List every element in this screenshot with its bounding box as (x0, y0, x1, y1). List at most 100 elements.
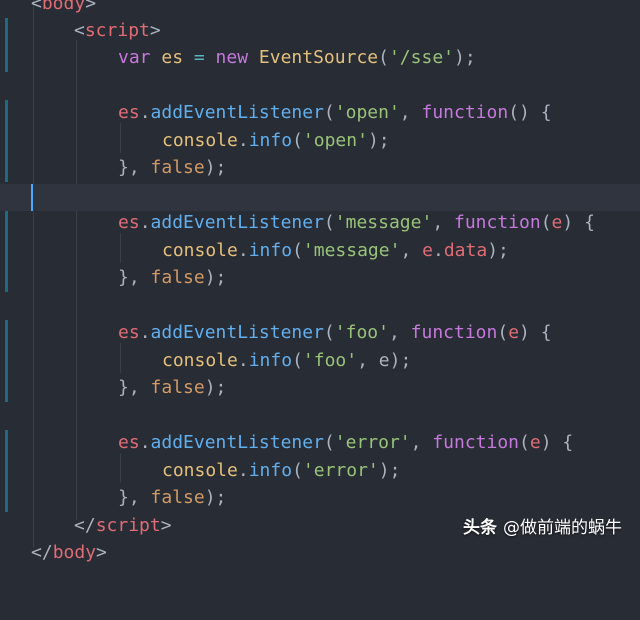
token: EventSource (258, 47, 379, 68)
token: </ (31, 542, 53, 563)
token: . (139, 102, 151, 123)
watermark-handle: @做前端的蜗牛 (503, 518, 622, 538)
token: es (118, 102, 140, 123)
token: console (162, 350, 238, 371)
code-line[interactable]: es.addEventListener('foo', function(e) { (0, 319, 640, 346)
token: addEventListener (150, 212, 324, 233)
code-editor[interactable]: <body> <script> var es = new EventSource… (0, 0, 640, 563)
token: function (421, 102, 509, 123)
token: var (118, 47, 151, 68)
token: false (150, 377, 205, 398)
token: 'error' (334, 432, 411, 453)
token: function (410, 322, 498, 343)
code-line[interactable]: <script> (0, 17, 640, 44)
token: ( (323, 212, 335, 233)
token: es (150, 47, 194, 68)
token: console (162, 460, 238, 481)
token: , e); (357, 350, 412, 371)
token: script (95, 515, 161, 536)
code-line-current[interactable] (0, 184, 640, 211)
token: ); (204, 377, 227, 398)
token: . (237, 460, 249, 481)
token: 'foo' (302, 350, 358, 371)
token: = (193, 47, 205, 68)
token: function (454, 212, 541, 233)
token: , (388, 322, 411, 343)
token: ( (292, 350, 303, 371)
token: info (248, 460, 293, 481)
token: . (237, 240, 249, 261)
token: 'message' (302, 240, 401, 261)
token: > (85, 0, 97, 14)
token: . (237, 130, 249, 151)
code-line[interactable]: console.info('message', e.data); (0, 237, 640, 264)
token: . (139, 322, 151, 343)
token: ) { (540, 432, 574, 453)
token: script (84, 20, 150, 41)
token: < (31, 0, 42, 14)
token: e (551, 212, 563, 233)
code-line[interactable]: }, false); (0, 374, 640, 401)
token: '/sse' (388, 47, 454, 68)
token: addEventListener (150, 322, 324, 343)
token: () { (508, 102, 552, 123)
token: ); (487, 240, 509, 261)
token: ( (378, 47, 389, 68)
token: e (422, 240, 433, 261)
token: info (248, 130, 293, 151)
code-line[interactable]: console.info('open'); (0, 127, 640, 154)
token: e (508, 322, 520, 343)
token: ( (292, 240, 303, 261)
code-line[interactable]: </body> (0, 539, 640, 566)
code-line[interactable]: es.addEventListener('error', function(e)… (0, 429, 640, 456)
code-line[interactable]: es.addEventListener('open', function() { (0, 99, 640, 126)
token: new (204, 47, 259, 68)
token: ( (292, 460, 303, 481)
token: ( (323, 322, 335, 343)
token: es (118, 432, 140, 453)
code-line[interactable]: }, false); (0, 264, 640, 291)
token: info (248, 240, 293, 261)
token: ( (323, 102, 335, 123)
watermark-brand: 头条 (463, 518, 497, 538)
token: addEventListener (150, 102, 324, 123)
token: false (150, 267, 205, 288)
token: . (139, 212, 151, 233)
token: , (400, 240, 423, 261)
token: 'message' (334, 212, 433, 233)
token: , (399, 102, 422, 123)
token: 'open' (334, 102, 400, 123)
token: ( (540, 212, 552, 233)
token: ( (323, 432, 335, 453)
token: 'open' (302, 130, 368, 151)
token: ); (204, 157, 227, 178)
token: console (162, 130, 238, 151)
token: ); (378, 460, 401, 481)
code-line[interactable]: console.info('foo', e); (0, 347, 640, 374)
token: . (139, 432, 151, 453)
token: , (410, 432, 433, 453)
token: ); (367, 130, 390, 151)
token: ); (454, 47, 476, 68)
token: . (237, 350, 249, 371)
token: body (52, 542, 97, 563)
token: > (96, 542, 107, 563)
token: false (150, 487, 205, 508)
token: > (160, 515, 172, 536)
token: e (529, 432, 541, 453)
token: ) { (562, 212, 595, 233)
token: </ (74, 515, 96, 536)
code-line[interactable]: es.addEventListener('message', function(… (0, 209, 640, 236)
code-line[interactable]: }, false); (0, 154, 640, 181)
token: }, (118, 377, 151, 398)
token: }, (118, 157, 151, 178)
token: data (443, 240, 488, 261)
token: }, (118, 487, 151, 508)
token: 'error' (302, 460, 379, 481)
token: 'foo' (334, 322, 389, 343)
code-line[interactable]: }, false); (0, 484, 640, 511)
token: ( (292, 130, 303, 151)
code-line[interactable]: var es = new EventSource('/sse'); (0, 44, 640, 71)
code-line[interactable]: <body> (0, 0, 640, 17)
code-line[interactable]: console.info('error'); (0, 457, 640, 484)
